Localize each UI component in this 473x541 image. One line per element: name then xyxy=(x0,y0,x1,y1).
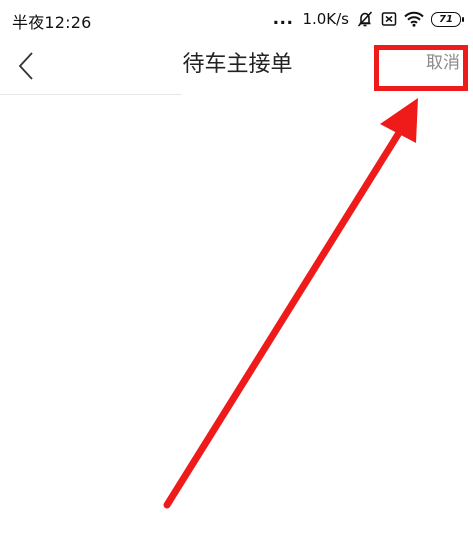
battery-icon: 71 xyxy=(431,11,464,27)
mute-bell-icon xyxy=(356,10,374,28)
network-speed: 1.0K/s xyxy=(302,10,349,28)
highlight-box xyxy=(374,45,468,91)
sim-off-icon xyxy=(381,11,397,27)
status-indicators: ... 1.0K/s 71 xyxy=(272,8,464,30)
status-time: 半夜12:26 xyxy=(12,13,92,32)
wifi-icon xyxy=(404,11,424,27)
nav-divider xyxy=(0,94,182,95)
status-bar: 半夜12:26 ... 1.0K/s 71 xyxy=(0,0,473,38)
status-dots: ... xyxy=(272,9,294,29)
battery-level: 71 xyxy=(439,13,453,25)
